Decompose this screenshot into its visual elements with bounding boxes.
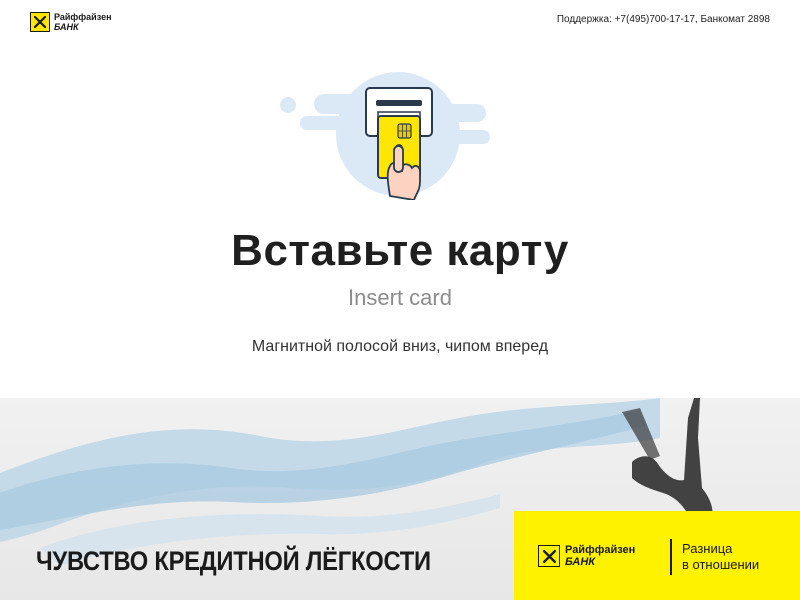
support-info: Поддержка: +7(495)700-17-17, Банкомат 28… <box>556 14 770 25</box>
insert-card-icon <box>278 68 518 202</box>
banner-divider <box>670 539 672 575</box>
page-title: Вставьте карту <box>231 226 569 275</box>
logo-sub: БАНК <box>54 22 79 32</box>
raiffeisen-logo-icon <box>30 12 50 32</box>
logo-name: Райффайзен <box>54 12 112 22</box>
top-bar: Райффайзен БАНК Поддержка: +7(495)700-17… <box>0 0 800 40</box>
banner-brand-box: Райффайзен БАНК Разница в отношении <box>514 511 800 600</box>
banner-slogan: ЧУВСТВО КРЕДИТНОЙ ЛЁГКОСТИ <box>36 546 431 576</box>
banner-logo-sub: БАНК <box>565 556 596 568</box>
bank-logo: Райффайзен БАНК <box>30 12 112 32</box>
banner-logo: Райффайзен БАНК <box>538 544 635 568</box>
banner-tagline-line2: в отношении <box>682 557 760 572</box>
banner-tagline: Разница в отношении <box>682 541 759 573</box>
ad-banner: ЧУВСТВО КРЕДИТНОЙ ЛЁГКОСТИ Райффайзен БА… <box>0 398 800 600</box>
raiffeisen-logo-icon <box>538 545 560 567</box>
card-insert-hint: Магнитной полосой вниз, чипом вперед <box>251 338 549 355</box>
banner-tagline-line1: Разница <box>682 541 733 556</box>
page-subtitle: Insert card <box>348 285 452 310</box>
banner-logo-name: Райффайзен <box>565 544 636 556</box>
